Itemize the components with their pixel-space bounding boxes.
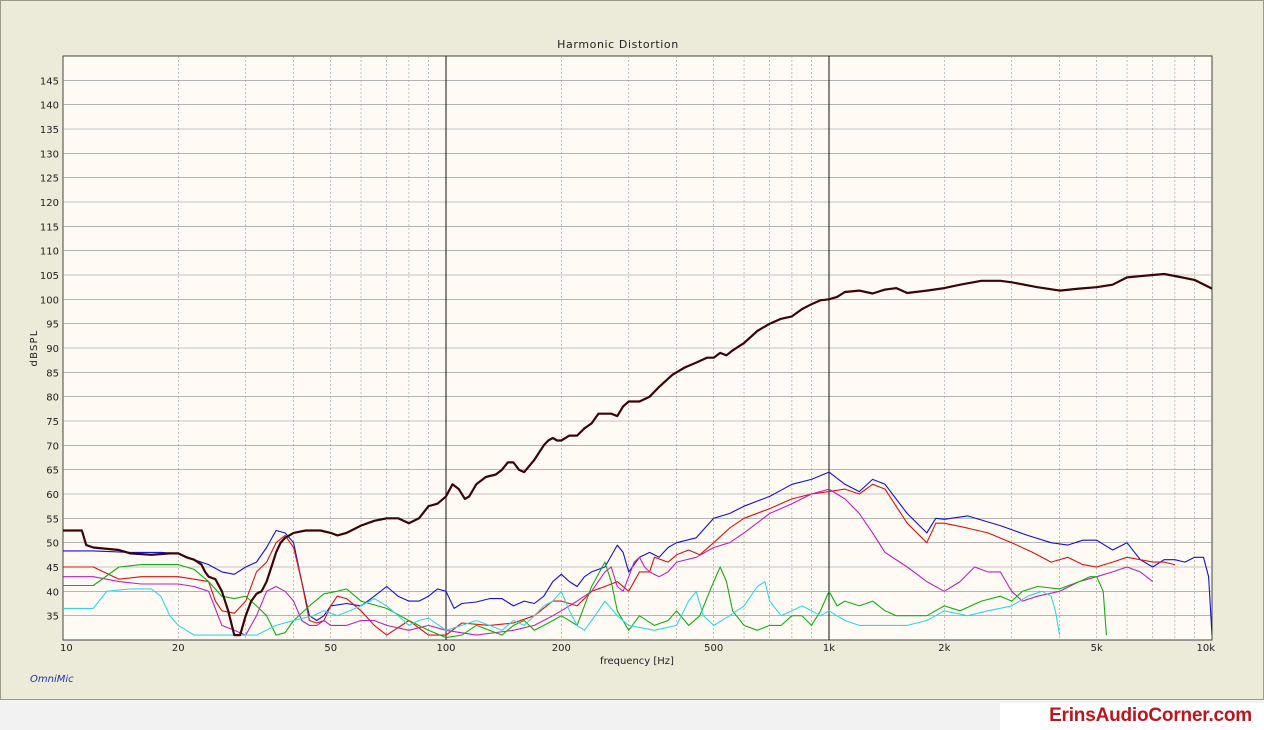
y-tick-labels: 35 40 45 50 55 60 65 70 75 80 85 90 95 100 105 110 115 12…	[40, 76, 59, 622]
x-tick-label: 10k	[1196, 643, 1215, 654]
chart-title: Harmonic Distortion	[557, 38, 679, 51]
y-tick-label: 75	[46, 417, 59, 428]
y-tick-label: 65	[46, 466, 59, 477]
y-tick-label: 120	[40, 198, 59, 209]
y-tick-label: 100	[40, 295, 59, 306]
x-tick-label: 500	[704, 643, 723, 654]
y-tick-label: 80	[46, 393, 59, 404]
y-tick-label: 50	[46, 539, 59, 550]
y-tick-label: 140	[40, 101, 59, 112]
y-tick-label: 145	[40, 76, 59, 87]
x-tick-label: 20	[172, 643, 185, 654]
y-tick-label: 85	[46, 368, 59, 379]
x-tick-label: 200	[552, 643, 571, 654]
x-axis-label: frequency [Hz]	[600, 656, 674, 667]
y-tick-label: 70	[46, 441, 59, 452]
y-tick-label: 90	[46, 344, 59, 355]
x-tick-label: 100	[436, 643, 455, 654]
harmonic-distortion-chart: Harmonic Distortion 35 40 45 50 55 60 65 70 75 80…	[29, 38, 1215, 667]
y-tick-label: 125	[40, 174, 59, 185]
app-watermark: OmniMic	[30, 674, 74, 685]
y-tick-label: 130	[40, 149, 59, 160]
y-tick-label: 110	[40, 247, 59, 258]
x-tick-label: 2k	[938, 643, 950, 654]
x-tick-label: 5k	[1091, 643, 1103, 654]
site-brand: ErinsAudioCorner.com	[1049, 705, 1252, 726]
y-tick-label: 115	[40, 222, 59, 233]
y-tick-label: 95	[46, 320, 59, 331]
y-tick-label: 35	[46, 612, 59, 623]
y-tick-label: 55	[46, 514, 59, 525]
y-axis-label: dBSPL	[29, 330, 40, 367]
y-tick-label: 135	[40, 125, 59, 136]
y-tick-label: 45	[46, 563, 59, 574]
y-tick-label: 40	[46, 587, 59, 598]
y-tick-label: 60	[46, 490, 59, 501]
x-tick-label: 1k	[823, 643, 835, 654]
x-tick-labels: 10 20 50 100 200 500 1k 2k 5k 10k	[60, 643, 1215, 654]
y-tick-label: 105	[40, 271, 59, 282]
x-tick-label: 10	[60, 643, 73, 654]
x-tick-label: 50	[324, 643, 337, 654]
